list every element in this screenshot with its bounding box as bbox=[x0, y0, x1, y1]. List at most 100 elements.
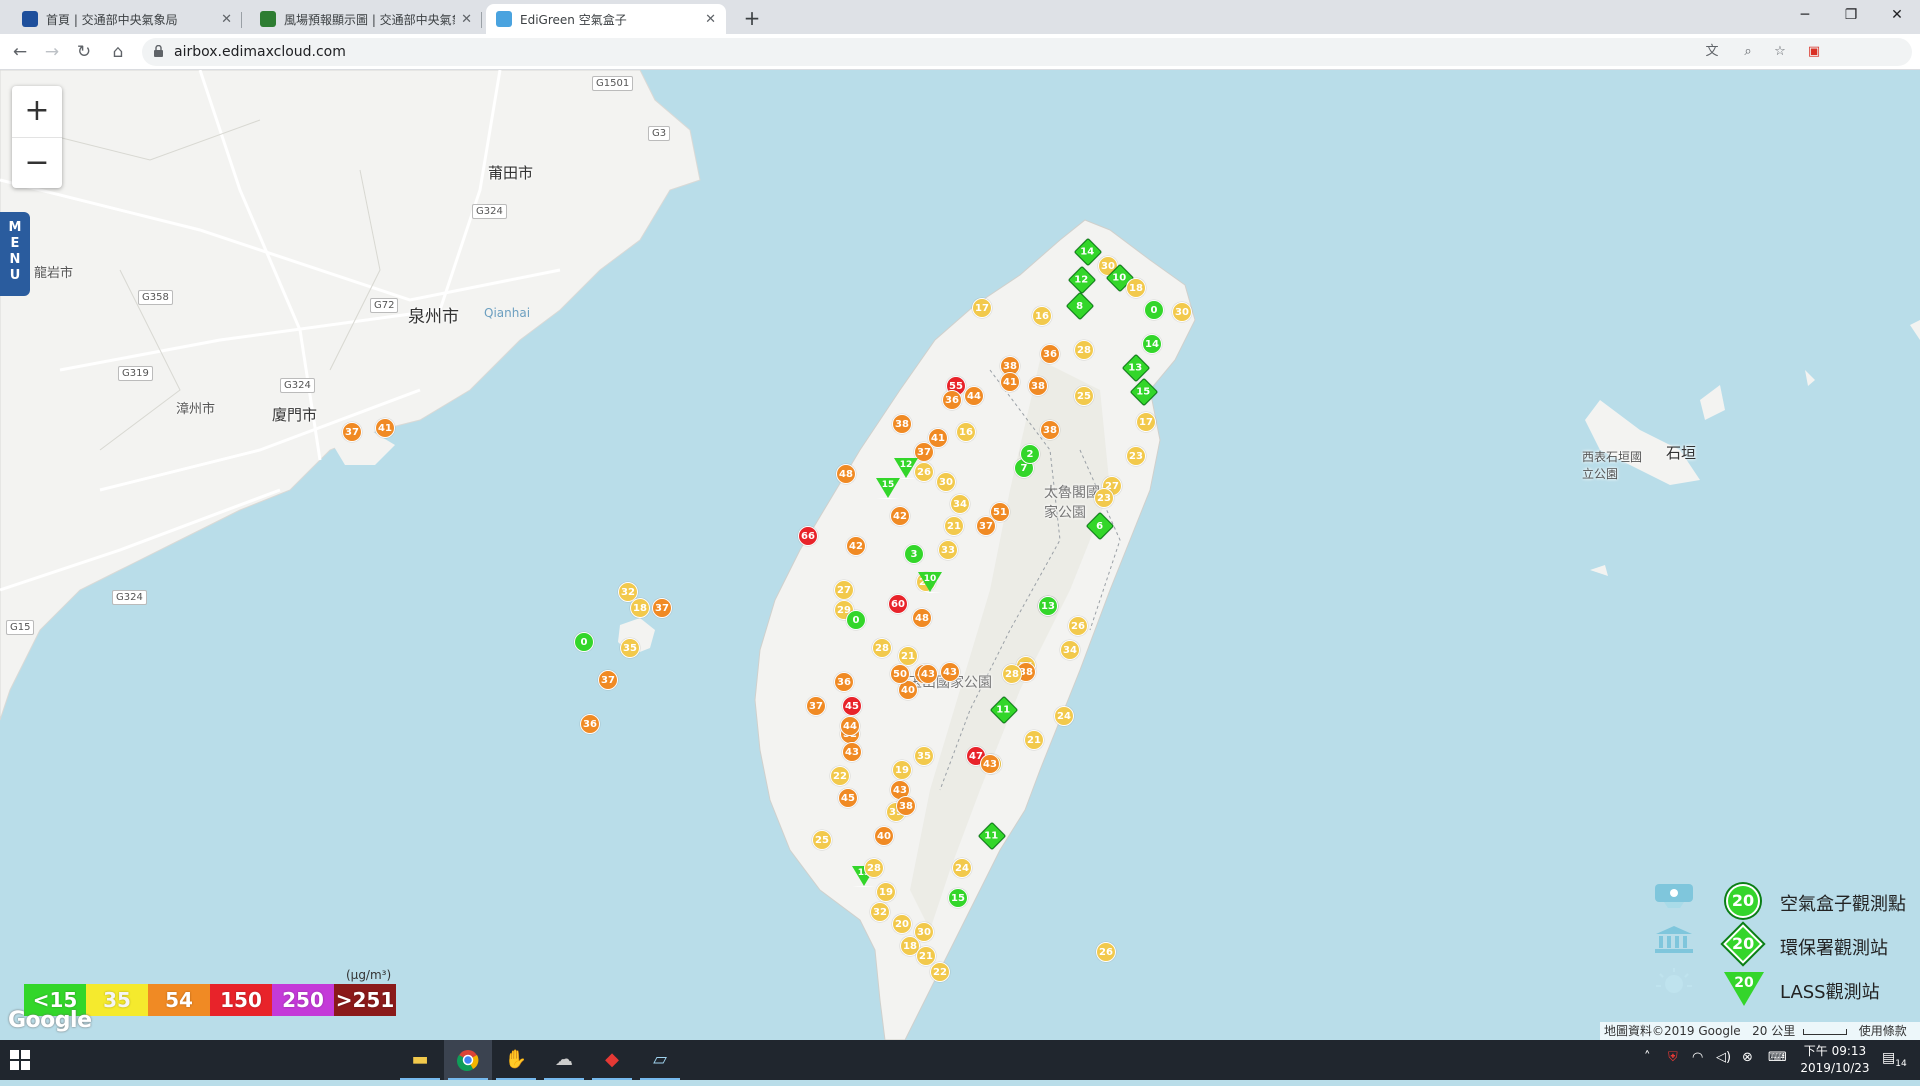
aqi-marker[interactable]: 25 bbox=[812, 830, 832, 850]
aqi-marker[interactable]: 41 bbox=[375, 418, 395, 438]
input-method-icon[interactable]: ⌨ bbox=[1768, 1050, 1787, 1065]
aqi-marker[interactable]: 22 bbox=[830, 766, 850, 786]
zoom-in-button[interactable]: + bbox=[12, 86, 62, 137]
aqi-marker[interactable]: 10 bbox=[918, 572, 942, 593]
taskbar-clock[interactable]: 下午 09:13 2019/10/23 bbox=[1790, 1043, 1880, 1077]
aqi-marker[interactable]: 33 bbox=[938, 540, 958, 560]
aqi-marker[interactable]: 38 bbox=[892, 414, 912, 434]
aqi-marker[interactable]: 35 bbox=[914, 746, 934, 766]
aqi-marker[interactable]: 32 bbox=[870, 902, 890, 922]
map-scale-label[interactable]: 20 公里 bbox=[1752, 1024, 1795, 1038]
tray-app-icon[interactable]: ⊗ bbox=[1742, 1050, 1753, 1065]
windows-start-icon[interactable] bbox=[10, 1050, 30, 1070]
close-tab-icon[interactable]: ✕ bbox=[221, 12, 232, 27]
aqi-marker[interactable]: 43 bbox=[842, 742, 862, 762]
aqi-marker[interactable]: 34 bbox=[950, 494, 970, 514]
aqi-marker[interactable]: 45 bbox=[838, 788, 858, 808]
zoom-out-button[interactable]: − bbox=[12, 137, 62, 188]
aqi-marker[interactable]: 60 bbox=[888, 594, 908, 614]
aqi-marker[interactable]: 43 bbox=[940, 662, 960, 682]
aqi-marker[interactable]: 35 bbox=[620, 638, 640, 658]
terms-link[interactable]: 使用條款 bbox=[1859, 1024, 1907, 1038]
aqi-marker[interactable]: 40 bbox=[874, 826, 894, 846]
aqi-marker[interactable]: 24 bbox=[952, 858, 972, 878]
aqi-marker[interactable]: 38 bbox=[1040, 420, 1060, 440]
address-bar[interactable]: airbox.edimaxcloud.com 文 ⌕ ☆ ▣ bbox=[142, 38, 1912, 66]
aqi-marker[interactable]: 30 bbox=[1172, 302, 1192, 322]
app-icon[interactable]: ◆ bbox=[588, 1040, 636, 1080]
aqi-marker[interactable]: 0 bbox=[846, 610, 866, 630]
aqi-marker[interactable]: 28 bbox=[864, 858, 884, 878]
aqi-marker[interactable]: 43 bbox=[980, 754, 1000, 774]
aqi-marker[interactable]: 15 bbox=[948, 888, 968, 908]
aqi-marker[interactable]: 0 bbox=[1144, 300, 1164, 320]
aqi-marker[interactable]: 19 bbox=[892, 760, 912, 780]
reload-button[interactable]: ↻ bbox=[70, 38, 98, 66]
aqi-marker[interactable]: 18 bbox=[1126, 278, 1146, 298]
aqi-marker[interactable]: 48 bbox=[912, 608, 932, 628]
aqi-marker[interactable]: 48 bbox=[836, 464, 856, 484]
aqi-marker[interactable]: 44 bbox=[964, 386, 984, 406]
close-tab-icon[interactable]: ✕ bbox=[705, 12, 716, 27]
aqi-marker[interactable]: 37 bbox=[342, 422, 362, 442]
aqi-marker[interactable]: 3 bbox=[904, 544, 924, 564]
tray-expand-icon[interactable]: ˄ bbox=[1644, 1050, 1651, 1065]
aqi-marker[interactable]: 17 bbox=[1136, 412, 1156, 432]
aqi-marker[interactable]: 20 bbox=[892, 914, 912, 934]
close-window-button[interactable]: ✕ bbox=[1874, 0, 1920, 30]
home-button[interactable]: ⌂ bbox=[104, 38, 132, 66]
volume-icon[interactable]: ◁) bbox=[1716, 1050, 1731, 1065]
map-canvas[interactable]: 莆田市 泉州市 龍岩市 漳州市 廈門市 Qianhai 太魯閣國家公園 玉山國家… bbox=[0, 70, 1920, 1040]
app-icon[interactable]: ▱ bbox=[636, 1040, 684, 1080]
aqi-marker[interactable]: 36 bbox=[1040, 344, 1060, 364]
aqi-marker[interactable]: 24 bbox=[1054, 706, 1074, 726]
tab-edigreen[interactable]: EdiGreen 空氣盒子 ✕ bbox=[486, 4, 726, 34]
aqi-marker[interactable]: 43 bbox=[918, 664, 938, 684]
aqi-marker[interactable]: 34 bbox=[1060, 640, 1080, 660]
aqi-marker[interactable]: 19 bbox=[876, 882, 896, 902]
aqi-marker[interactable]: 0 bbox=[574, 632, 594, 652]
file-explorer-icon[interactable]: ▬ bbox=[396, 1040, 444, 1080]
zoom-icon[interactable]: ⌕ bbox=[1738, 42, 1758, 62]
aqi-marker[interactable]: 22 bbox=[930, 962, 950, 982]
aqi-marker[interactable]: 15 bbox=[876, 478, 900, 499]
aqi-marker[interactable]: 16 bbox=[956, 422, 976, 442]
aqi-marker[interactable]: 37 bbox=[976, 516, 996, 536]
aqi-marker[interactable]: 45 bbox=[842, 696, 862, 716]
aqi-marker[interactable]: 28 bbox=[872, 638, 892, 658]
extension-icon[interactable]: ▣ bbox=[1804, 42, 1824, 62]
aqi-marker[interactable]: 18 bbox=[630, 598, 650, 618]
translate-icon[interactable]: 文 bbox=[1702, 42, 1722, 62]
aqi-marker[interactable]: 36 bbox=[942, 390, 962, 410]
restore-button[interactable]: ❐ bbox=[1828, 0, 1874, 30]
close-tab-icon[interactable]: ✕ bbox=[461, 12, 472, 27]
aqi-marker[interactable]: 50 bbox=[890, 664, 910, 684]
app-icon[interactable]: ☁ bbox=[540, 1040, 588, 1080]
aqi-marker[interactable]: 23 bbox=[1126, 446, 1146, 466]
aqi-marker[interactable]: 66 bbox=[798, 526, 818, 546]
aqi-marker[interactable]: 30 bbox=[936, 472, 956, 492]
aqi-marker[interactable]: 41 bbox=[1000, 372, 1020, 392]
aqi-marker[interactable]: 21 bbox=[898, 646, 918, 666]
app-icon[interactable]: ✋ bbox=[492, 1040, 540, 1080]
aqi-marker[interactable]: 36 bbox=[834, 672, 854, 692]
aqi-marker[interactable]: 28 bbox=[1002, 664, 1022, 684]
tab-wind-forecast[interactable]: 風場預報顯示圖 | 交通部中央氣象 ✕ bbox=[250, 4, 482, 34]
aqi-marker[interactable]: 28 bbox=[1074, 340, 1094, 360]
security-tray-icon[interactable]: ⛨ bbox=[1668, 1050, 1678, 1065]
aqi-marker[interactable]: 27 bbox=[834, 580, 854, 600]
aqi-marker[interactable]: 26 bbox=[1068, 616, 1088, 636]
tab-cwb-home[interactable]: 首頁 | 交通部中央氣象局 ✕ bbox=[12, 4, 242, 34]
aqi-marker[interactable]: 21 bbox=[944, 516, 964, 536]
aqi-marker[interactable]: 44 bbox=[840, 716, 860, 736]
chrome-icon[interactable] bbox=[444, 1040, 492, 1080]
aqi-marker[interactable]: 36 bbox=[580, 714, 600, 734]
minimize-button[interactable]: ─ bbox=[1782, 0, 1828, 30]
aqi-marker[interactable]: 37 bbox=[652, 598, 672, 618]
aqi-marker[interactable]: 42 bbox=[846, 536, 866, 556]
wifi-icon[interactable]: ◠ bbox=[1692, 1050, 1703, 1065]
forward-button[interactable]: → bbox=[38, 38, 66, 66]
aqi-marker[interactable]: 37 bbox=[598, 670, 618, 690]
aqi-marker[interactable]: 42 bbox=[890, 506, 910, 526]
aqi-marker[interactable]: 21 bbox=[1024, 730, 1044, 750]
